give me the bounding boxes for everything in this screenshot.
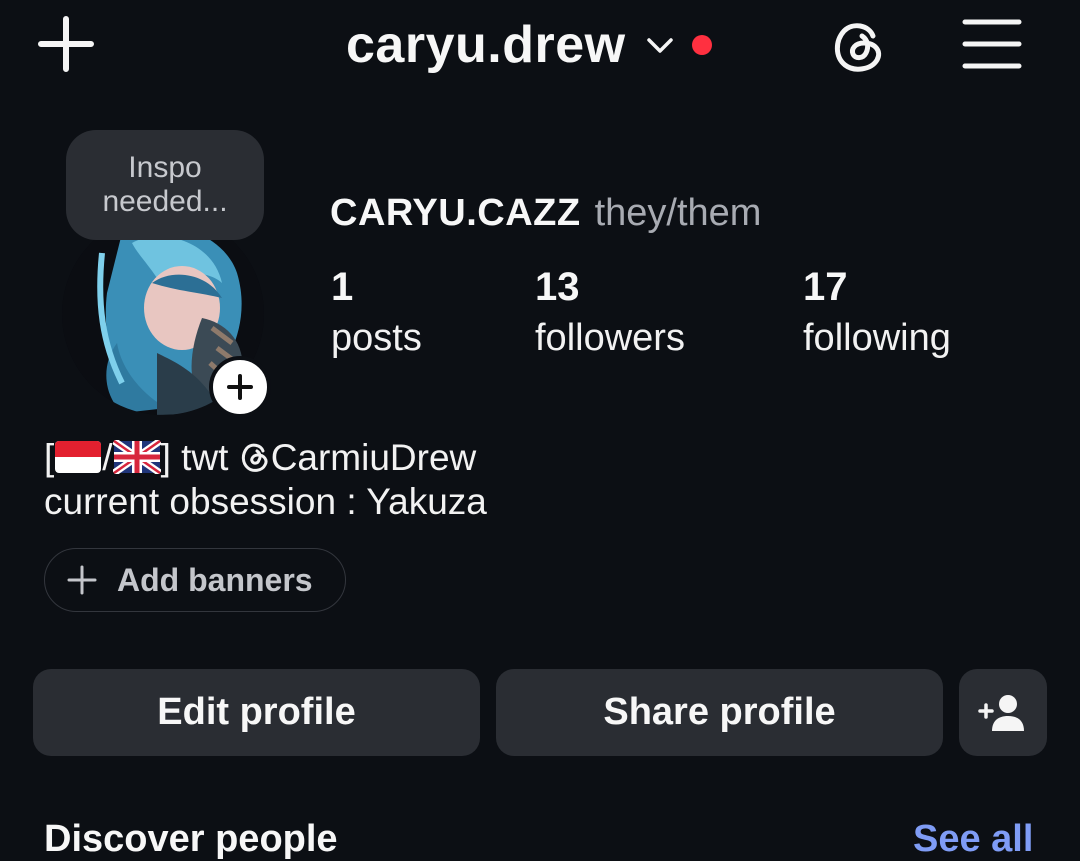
bio-line-1: [ / ] twt CarmiuDrew xyxy=(44,436,487,480)
notification-dot xyxy=(691,35,712,55)
add-banners-button[interactable]: Add banners xyxy=(44,548,346,612)
threads-icon[interactable] xyxy=(829,16,889,76)
chevron-down-icon xyxy=(646,38,673,53)
note-line-1: Inspo xyxy=(128,151,202,184)
name-row: CARYU.CAZZ they/them xyxy=(330,190,761,236)
stat-followers-label: followers xyxy=(535,317,685,359)
plus-icon xyxy=(67,565,97,595)
see-all-link[interactable]: See all xyxy=(913,818,1033,861)
edit-profile-button[interactable]: Edit profile xyxy=(33,669,480,756)
plus-icon xyxy=(227,374,253,400)
stat-following[interactable]: 17 following xyxy=(803,262,951,364)
account-switcher[interactable]: caryu.drew xyxy=(346,10,712,80)
discover-people-title: Discover people xyxy=(44,818,338,860)
bio-slash: / xyxy=(102,437,113,478)
bio: [ / ] twt CarmiuDrew current obsession : … xyxy=(44,436,487,524)
bio-handle: CarmiuDrew xyxy=(270,437,477,478)
bio-twt-text: ] twt xyxy=(160,437,239,478)
threads-icon xyxy=(241,443,268,472)
stat-followers[interactable]: 13 followers xyxy=(535,262,685,364)
stat-following-label: following xyxy=(803,317,951,359)
bio-line-2: current obsession : Yakuza xyxy=(44,481,487,522)
hamburger-menu-icon[interactable] xyxy=(962,18,1022,70)
add-person-icon xyxy=(978,694,1024,731)
create-plus-icon[interactable] xyxy=(36,14,96,74)
display-name: CARYU.CAZZ xyxy=(330,192,581,234)
indonesia-flag-icon xyxy=(55,441,102,473)
stat-posts[interactable]: 1 posts xyxy=(331,262,422,364)
username: caryu.drew xyxy=(346,16,626,74)
add-story-button[interactable] xyxy=(209,356,271,418)
pronouns: they/them xyxy=(594,192,762,234)
note-bubble[interactable]: Inspo needed... xyxy=(66,130,264,240)
stat-following-count: 17 xyxy=(803,265,848,309)
add-banners-label: Add banners xyxy=(117,561,313,598)
bio-bracket-open: [ xyxy=(44,437,55,478)
note-line-2: needed... xyxy=(102,185,228,218)
discover-people-button[interactable] xyxy=(959,669,1047,756)
stat-posts-label: posts xyxy=(331,317,422,359)
stat-posts-count: 1 xyxy=(331,265,354,309)
uk-flag-icon xyxy=(112,440,161,474)
share-profile-button[interactable]: Share profile xyxy=(496,669,943,756)
stat-followers-count: 13 xyxy=(535,265,580,309)
bio-threads-handle-link[interactable]: CarmiuDrew xyxy=(239,437,477,478)
